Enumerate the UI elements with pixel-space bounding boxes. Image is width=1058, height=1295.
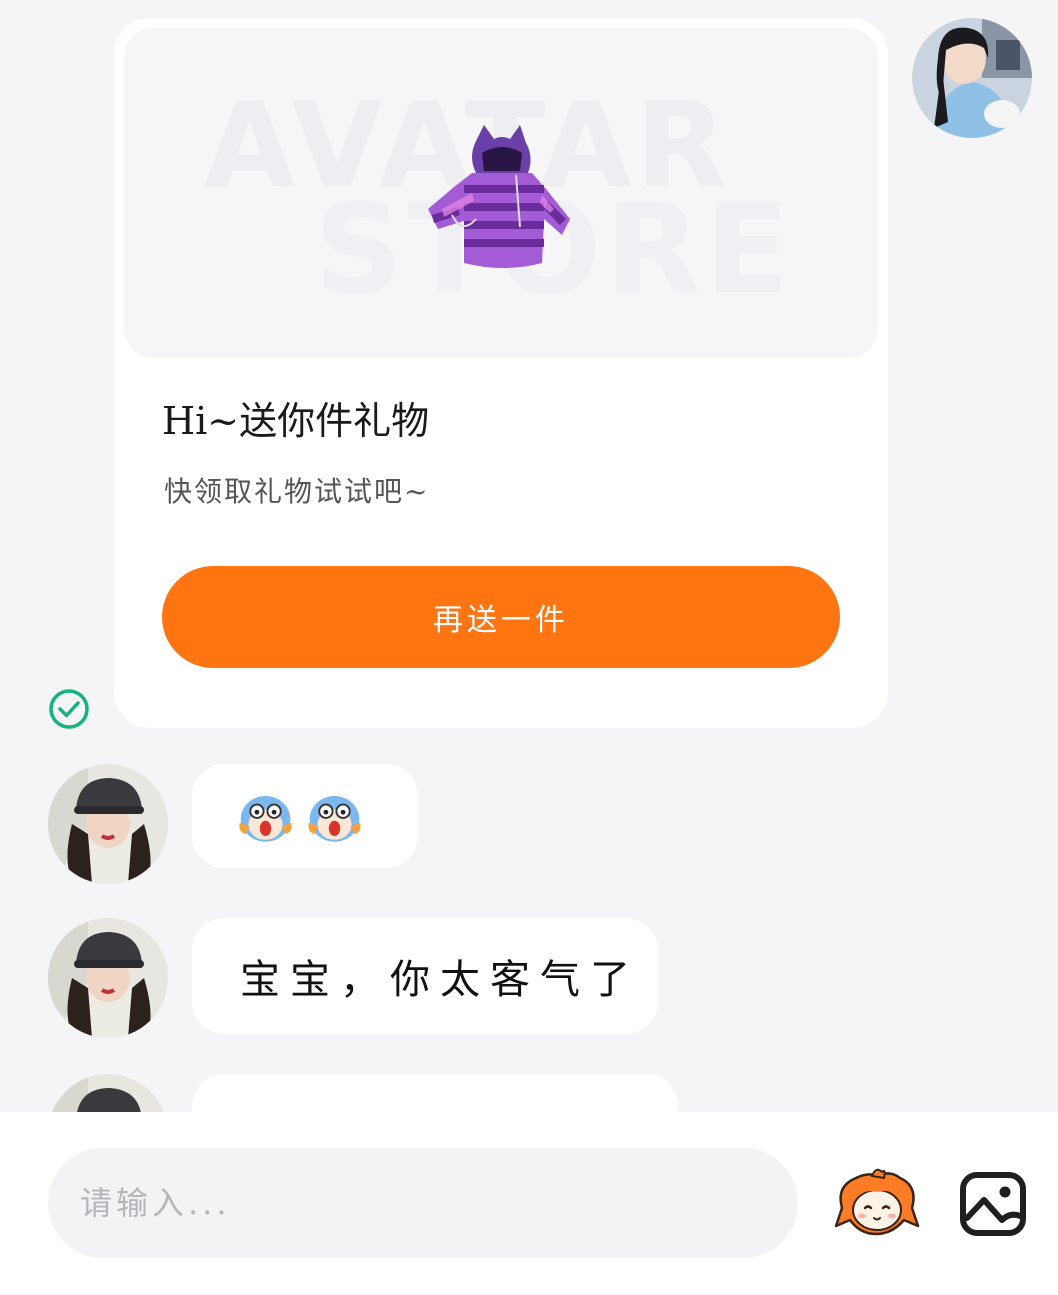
message-bubble[interactable] — [192, 1074, 678, 1112]
contact-avatar[interactable] — [48, 1074, 168, 1112]
gift-banner: AVATAR STORE — [124, 28, 878, 358]
check-circle-icon — [49, 689, 89, 729]
input-bar — [0, 1112, 1058, 1295]
send-another-gift-button[interactable]: 再送一件 — [162, 566, 840, 668]
shocked-face-sticker — [239, 796, 292, 842]
self-avatar[interactable] — [912, 18, 1032, 138]
message-bubble[interactable] — [192, 764, 418, 868]
message-text: 宝宝，你太客气了 — [240, 957, 640, 1003]
gift-title: Hi~送你件礼物 — [162, 399, 430, 443]
shocked-face-sticker — [308, 796, 361, 842]
mascot-emoji-icon[interactable] — [832, 1168, 922, 1240]
message-input[interactable] — [48, 1148, 798, 1258]
chat-area: AVATAR STORE Hi~送你件礼物 快领取礼物试试吧~ 再送一件 宝宝，… — [0, 0, 1058, 1112]
contact-avatar[interactable] — [48, 918, 168, 1038]
contact-avatar[interactable] — [48, 764, 168, 884]
hoodie-gift-image — [428, 125, 570, 268]
gift-card[interactable]: AVATAR STORE Hi~送你件礼物 快领取礼物试试吧~ 再送一件 — [114, 18, 888, 728]
image-icon[interactable] — [958, 1170, 1028, 1238]
self-avatar-image — [912, 18, 1032, 138]
message-bubble[interactable]: 宝宝，你太客气了 — [192, 918, 658, 1034]
gift-subtitle: 快领取礼物试试吧~ — [164, 475, 430, 508]
